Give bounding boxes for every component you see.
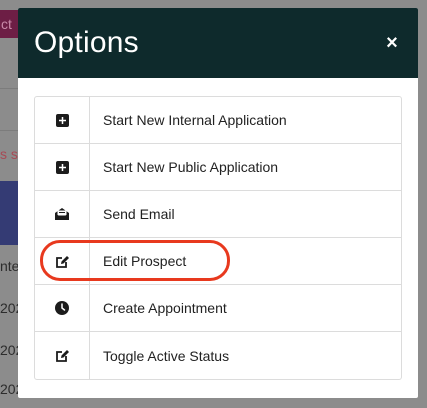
- modal-header: Options ×: [18, 8, 418, 78]
- option-label: Edit Prospect: [103, 253, 187, 269]
- clock-icon: [55, 301, 69, 315]
- option-label: Start New Public Application: [103, 159, 279, 175]
- options-list: Start New Internal Application Start New…: [34, 96, 402, 380]
- edit-icon: [55, 348, 70, 363]
- option-label: Start New Internal Application: [103, 112, 287, 128]
- background-divider: [0, 88, 20, 89]
- envelope-open-icon: [54, 207, 70, 221]
- background-cell: 202: [0, 342, 20, 358]
- options-modal: Options × Start New Internal Application…: [18, 8, 418, 398]
- plus-square-icon: [55, 113, 69, 127]
- option-start-public-application[interactable]: Start New Public Application: [35, 144, 401, 191]
- option-toggle-active-status[interactable]: Toggle Active Status: [35, 332, 401, 379]
- option-label: Create Appointment: [103, 300, 227, 316]
- background-alert-text: s s: [0, 146, 18, 162]
- background-cell: nte: [0, 258, 20, 274]
- option-start-internal-application[interactable]: Start New Internal Application: [35, 97, 401, 144]
- option-label: Toggle Active Status: [103, 347, 230, 364]
- background-divider: [0, 130, 20, 131]
- option-edit-prospect[interactable]: Edit Prospect: [35, 238, 401, 285]
- close-button[interactable]: ×: [382, 32, 402, 55]
- modal-title: Options: [34, 26, 139, 59]
- option-label: Send Email: [103, 206, 175, 222]
- option-create-appointment[interactable]: Create Appointment: [35, 285, 401, 332]
- option-send-email[interactable]: Send Email: [35, 191, 401, 238]
- background-banner: [0, 181, 20, 245]
- background-cell: 202: [0, 300, 20, 316]
- background-cell: 202: [0, 381, 20, 397]
- edit-icon: [55, 254, 70, 269]
- plus-square-icon: [55, 160, 69, 174]
